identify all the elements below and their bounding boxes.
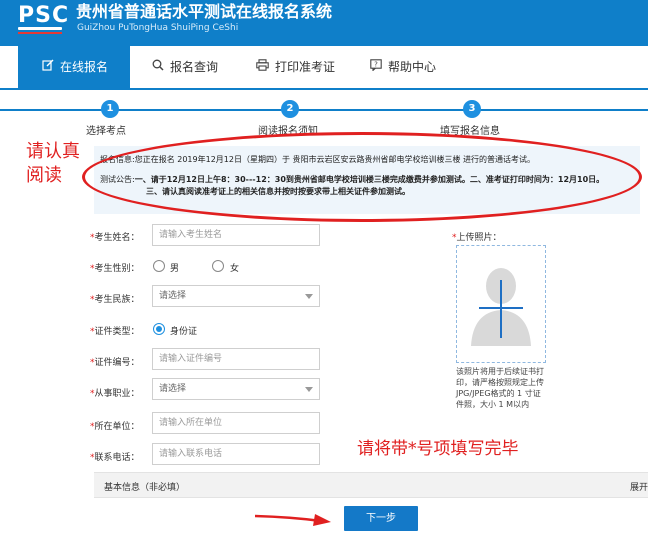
next-step-button[interactable]: 下一步 [344, 506, 418, 531]
label-text: 证件编号： [94, 358, 140, 368]
help-icon: ? [370, 46, 382, 88]
occupation-select-value: 请选择 [159, 384, 187, 394]
site-title: 贵州省普通话水平测试在线报名系统 [76, 2, 333, 21]
gender-male-text: 男 [170, 264, 180, 274]
photo-note: 该照片将用于后续证书打印，请严格按照规定上传JPG/JPEG格式的 1 寸证件照… [456, 367, 544, 409]
logo-underline [18, 27, 62, 30]
nav-label: 报名查询 [170, 60, 219, 74]
logo-red-stripe [18, 32, 62, 34]
nav-label: 打印准考证 [275, 60, 336, 74]
red-arrow-icon [255, 514, 331, 526]
step-1-label: 选择考点 [86, 126, 126, 137]
id-number-input[interactable] [152, 348, 320, 370]
id-type-text: 身份证 [170, 327, 198, 337]
printer-icon [256, 46, 269, 88]
chevron-down-icon [305, 387, 313, 392]
label-text: 考生性别： [94, 264, 140, 274]
photo-upload-box[interactable] [456, 245, 546, 363]
unit-input[interactable] [152, 412, 320, 434]
steps-track [0, 109, 648, 111]
phone-label: *联系电话： [90, 450, 160, 463]
nav-item-query[interactable]: 报名查询 [152, 46, 218, 88]
label-text: 所在单位： [94, 422, 140, 432]
photo-label: *上传照片： [452, 230, 502, 243]
name-label: *考生姓名： [90, 230, 160, 243]
red-highlight-ellipse [82, 132, 642, 222]
label-text: 联系电话： [94, 453, 140, 463]
expand-link[interactable]: 展开 [630, 480, 648, 493]
ethnicity-select-value: 请选择 [159, 291, 187, 301]
main-nav: 在线报名 报名查询 打印准考证 ? 帮助中心 [0, 46, 648, 90]
ethnicity-label: *考生民族： [90, 292, 160, 305]
progress-steps: 1 选择考点 2 阅读报名须知 3 填写报名信息 [0, 92, 648, 138]
step-2-circle: 2 [281, 100, 299, 118]
unit-label: *所在单位： [90, 419, 160, 432]
avatar-placeholder-icon [471, 268, 531, 346]
registration-page: PSC 贵州省普通话水平测试在线报名系统 GuiZhou PuTongHua S… [0, 0, 648, 533]
basic-info-bar[interactable]: 基本信息（非必填） 展开 [94, 472, 648, 498]
id-type-label: *证件类型： [90, 324, 160, 337]
psc-logo: PSC [18, 3, 70, 28]
site-header: PSC 贵州省普通话水平测试在线报名系统 GuiZhou PuTongHua S… [0, 0, 648, 46]
chevron-down-icon [305, 294, 313, 299]
read-carefully-annotation: 请认真阅读 [26, 141, 80, 186]
search-icon [152, 46, 164, 88]
nav-item-print-ticket[interactable]: 打印准考证 [256, 46, 335, 88]
photo-label-text: 上传照片： [456, 233, 502, 243]
gender-label: *考生性别： [90, 261, 160, 274]
gender-female-text: 女 [230, 264, 240, 274]
nav-item-help[interactable]: ? 帮助中心 [370, 46, 436, 88]
label-text: 从事职业： [94, 389, 140, 399]
phone-input[interactable] [152, 443, 320, 465]
gender-male-radio[interactable] [153, 260, 165, 272]
nav-label: 在线报名 [60, 60, 109, 74]
gender-female-radio[interactable] [212, 260, 224, 272]
edit-icon [42, 46, 54, 88]
ethnicity-select[interactable]: 请选择 [152, 285, 320, 307]
occupation-select[interactable]: 请选择 [152, 378, 320, 400]
basic-info-label: 基本信息（非必填） [104, 483, 186, 493]
id-type-radio[interactable] [153, 323, 165, 335]
nav-item-online-registration[interactable]: 在线报名 [18, 46, 130, 88]
label-text: 考生民族： [94, 295, 140, 305]
label-text: 证件类型： [94, 327, 140, 337]
nav-label: 帮助中心 [388, 60, 437, 74]
occupation-label: *从事职业： [90, 386, 160, 399]
label-text: 考生姓名： [94, 233, 140, 243]
svg-text:?: ? [374, 60, 378, 68]
site-subtitle: GuiZhou PuTongHua ShuiPing CeShi [77, 23, 239, 33]
step-1-circle: 1 [101, 100, 119, 118]
step-3-circle: 3 [463, 100, 481, 118]
id-number-label: *证件编号： [90, 355, 160, 368]
name-input[interactable] [152, 224, 320, 246]
fill-required-annotation: 请将带*号项填写完毕 [357, 439, 519, 459]
